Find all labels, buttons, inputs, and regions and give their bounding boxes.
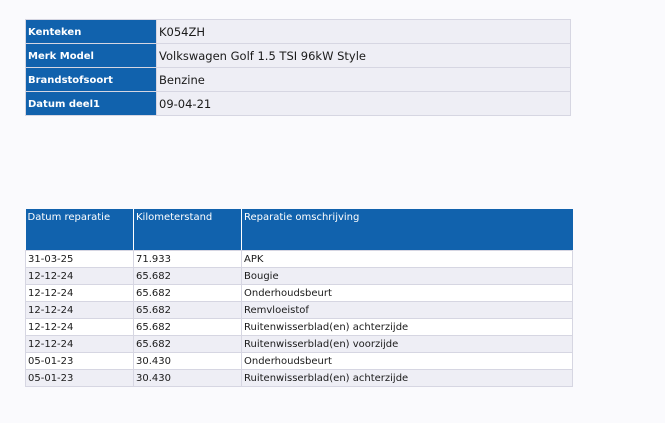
repair-km: 71.933 — [133, 250, 242, 268]
repair-km: 65.682 — [133, 284, 242, 302]
repair-km: 65.682 — [133, 318, 242, 336]
vehicle-info-table: Kenteken K054ZH Merk Model Volkswagen Go… — [25, 19, 571, 116]
repair-description: APK — [241, 250, 573, 268]
table-row: 12-12-24 65.682 Ruitenwisserblad(en) voo… — [25, 335, 573, 353]
repair-date: 12-12-24 — [25, 335, 134, 353]
table-row: 12-12-24 65.682 Onderhoudsbeurt — [25, 284, 573, 302]
table-row: 05-01-23 30.430 Ruitenwisserblad(en) ach… — [25, 369, 573, 387]
vehicle-info-label: Brandstofsoort — [25, 67, 157, 92]
vehicle-info-row-brandstofsoort: Brandstofsoort Benzine — [25, 67, 571, 92]
repair-description: Ruitenwisserblad(en) voorzijde — [241, 335, 573, 353]
repair-description: Ruitenwisserblad(en) achterzijde — [241, 369, 573, 387]
vehicle-info-row-datum-deel1: Datum deel1 09-04-21 — [25, 91, 571, 116]
repair-date: 05-01-23 — [25, 369, 134, 387]
repair-km: 65.682 — [133, 301, 242, 319]
table-row: 12-12-24 65.682 Remvloeistof — [25, 301, 573, 319]
vehicle-info-row-kenteken: Kenteken K054ZH — [25, 19, 571, 44]
table-row: 12-12-24 65.682 Bougie — [25, 267, 573, 285]
repair-date: 12-12-24 — [25, 267, 134, 285]
vehicle-info-value: 09-04-21 — [156, 91, 571, 116]
table-row: 31-03-25 71.933 APK — [25, 250, 573, 268]
vehicle-info-label: Kenteken — [25, 19, 157, 44]
repair-km: 65.682 — [133, 335, 242, 353]
repair-description: Ruitenwisserblad(en) achterzijde — [241, 318, 573, 336]
repair-header-row: Datum reparatie Kilometerstand Reparatie… — [25, 209, 573, 251]
repair-km: 30.430 — [133, 369, 242, 387]
table-row: 12-12-24 65.682 Ruitenwisserblad(en) ach… — [25, 318, 573, 336]
column-header-date: Datum reparatie — [25, 209, 134, 251]
column-header-km: Kilometerstand — [133, 209, 242, 251]
page: Kenteken K054ZH Merk Model Volkswagen Go… — [0, 0, 665, 423]
vehicle-info-label: Merk Model — [25, 43, 157, 68]
repair-date: 05-01-23 — [25, 352, 134, 370]
repair-description: Onderhoudsbeurt — [241, 284, 573, 302]
table-row: 05-01-23 30.430 Onderhoudsbeurt — [25, 352, 573, 370]
repair-date: 31-03-25 — [25, 250, 134, 268]
repair-description: Onderhoudsbeurt — [241, 352, 573, 370]
repair-km: 65.682 — [133, 267, 242, 285]
vehicle-info-value: Benzine — [156, 67, 571, 92]
repair-description: Bougie — [241, 267, 573, 285]
vehicle-info-row-merk-model: Merk Model Volkswagen Golf 1.5 TSI 96kW … — [25, 43, 571, 68]
column-header-description: Reparatie omschrijving — [241, 209, 573, 251]
repair-history-table: Datum reparatie Kilometerstand Reparatie… — [25, 209, 573, 387]
repair-description: Remvloeistof — [241, 301, 573, 319]
vehicle-info-value: K054ZH — [156, 19, 571, 44]
repair-date: 12-12-24 — [25, 318, 134, 336]
vehicle-info-value: Volkswagen Golf 1.5 TSI 96kW Style — [156, 43, 571, 68]
vehicle-info-label: Datum deel1 — [25, 91, 157, 116]
repair-date: 12-12-24 — [25, 284, 134, 302]
repair-km: 30.430 — [133, 352, 242, 370]
repair-date: 12-12-24 — [25, 301, 134, 319]
